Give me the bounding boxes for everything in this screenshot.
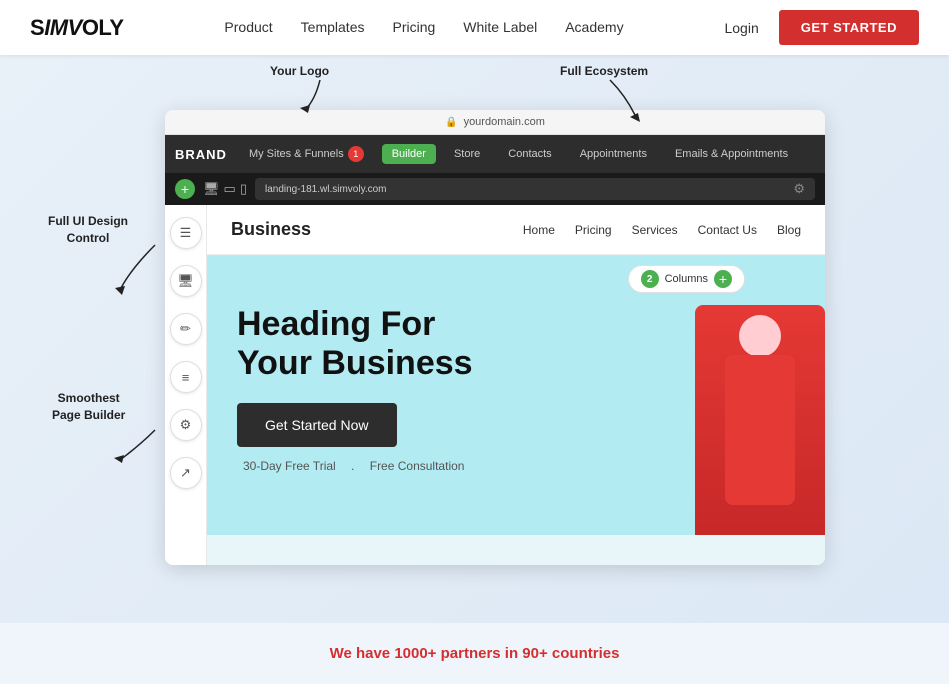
nav-right: Login GET STARTED (724, 10, 919, 45)
partners-text: We have 1000+ partners in 90+ countries (22, 645, 927, 662)
website-nav-blog[interactable]: Blog (777, 223, 801, 237)
preview-sidebar: ☰ 🖥 ✏ ≡ ⚙ ↗ (165, 205, 207, 565)
sidebar-icon-layers[interactable]: ≡ (170, 361, 202, 393)
preview-content: Business Home Pricing Services Contact U… (207, 205, 825, 565)
lock-icon: 🔒 (445, 117, 457, 128)
editor-add-button[interactable]: + (175, 179, 195, 199)
person-shape (695, 305, 825, 535)
editor-url-text: landing-181.wl.simvoly.com (265, 184, 387, 195)
editor-url-bar: landing-181.wl.simvoly.com ⚙ (255, 178, 815, 200)
person-body (725, 355, 795, 505)
nav-item-academy[interactable]: Academy (565, 19, 623, 37)
sidebar-icon-menu[interactable]: ☰ (170, 217, 202, 249)
website-hero: 2 Columns + Heading For Your Business Ge… (207, 255, 825, 535)
sidebar-icon-settings[interactable]: ⚙ (170, 409, 202, 441)
desktop-view-icon[interactable]: 🖥 (203, 181, 220, 197)
get-started-nav-button[interactable]: GET STARTED (779, 10, 919, 45)
columns-number: 2 (641, 270, 659, 288)
website-nav: Business Home Pricing Services Contact U… (207, 205, 825, 255)
arrow-your-logo (290, 75, 340, 115)
hero-heading: Heading For Your Business (237, 305, 577, 383)
notification-badge: 1 (348, 146, 364, 162)
login-button[interactable]: Login (724, 20, 758, 36)
person-image (695, 305, 825, 535)
nav-links: Product Templates Pricing White Label Ac… (224, 19, 623, 37)
hero-cta-button[interactable]: Get Started Now (237, 403, 397, 447)
logo: SIMVOLY (30, 15, 124, 41)
browser-mockup: 🔒 yourdomain.com BRAND My Sites & Funnel… (165, 110, 825, 565)
browser-addressbar: 🔒 yourdomain.com (165, 110, 825, 135)
nav-item-pricing[interactable]: Pricing (392, 19, 435, 37)
website-brand: Business (231, 219, 311, 240)
editor-toolbar: + 🖥 ▭ ▯ landing-181.wl.simvoly.com ⚙ (165, 173, 825, 205)
app-nav-builder[interactable]: Builder (382, 144, 436, 164)
editor-settings-icon[interactable]: ⚙ (793, 181, 805, 197)
nav-item-product[interactable]: Product (224, 19, 272, 37)
arrow-full-ui (100, 240, 170, 300)
columns-badge[interactable]: 2 Columns + (628, 265, 745, 293)
sidebar-icon-monitor[interactable]: 🖥 (170, 265, 202, 297)
app-nav-contacts[interactable]: Contacts (498, 144, 561, 164)
app-nav-emails[interactable]: Emails & Appointments (665, 144, 798, 164)
top-navbar: SIMVOLY Product Templates Pricing White … (0, 0, 949, 55)
website-nav-home[interactable]: Home (523, 223, 555, 237)
sidebar-icon-edit[interactable]: ✏ (170, 313, 202, 345)
website-nav-links: Home Pricing Services Contact Us Blog (523, 223, 801, 237)
sidebar-icon-export[interactable]: ↗ (170, 457, 202, 489)
columns-label: Columns (665, 273, 708, 285)
mobile-view-icon[interactable]: ▯ (240, 181, 247, 197)
app-brand-label: BRAND (175, 147, 227, 162)
app-nav-appointments[interactable]: Appointments (570, 144, 657, 164)
website-nav-services[interactable]: Services (632, 223, 678, 237)
tablet-view-icon[interactable]: ▭ (224, 181, 236, 197)
main-area: Your Logo Full Ecosystem Full UI DesignC… (0, 55, 949, 623)
app-nav-mysites[interactable]: My Sites & Funnels 1 (239, 142, 374, 166)
app-navbar: BRAND My Sites & Funnels 1 Builder Store… (165, 135, 825, 173)
website-nav-pricing[interactable]: Pricing (575, 223, 612, 237)
editor-view-icons: 🖥 ▭ ▯ (203, 181, 247, 197)
website-preview: ☰ 🖥 ✏ ≡ ⚙ ↗ Business Home Pricing Servic… (165, 205, 825, 565)
website-nav-contact[interactable]: Contact Us (698, 223, 757, 237)
nav-item-templates[interactable]: Templates (301, 19, 365, 37)
nav-item-whitelabel[interactable]: White Label (463, 19, 537, 37)
person-head (739, 315, 781, 357)
browser-url: yourdomain.com (464, 116, 545, 128)
annotation-smoothest: SmoothestPage Builder (52, 390, 125, 424)
app-nav-store[interactable]: Store (444, 144, 490, 164)
arrow-full-ecosystem (590, 75, 650, 125)
arrow-smoothest (100, 420, 170, 470)
add-column-icon[interactable]: + (714, 270, 732, 288)
bottom-bar: We have 1000+ partners in 90+ countries (0, 623, 949, 684)
